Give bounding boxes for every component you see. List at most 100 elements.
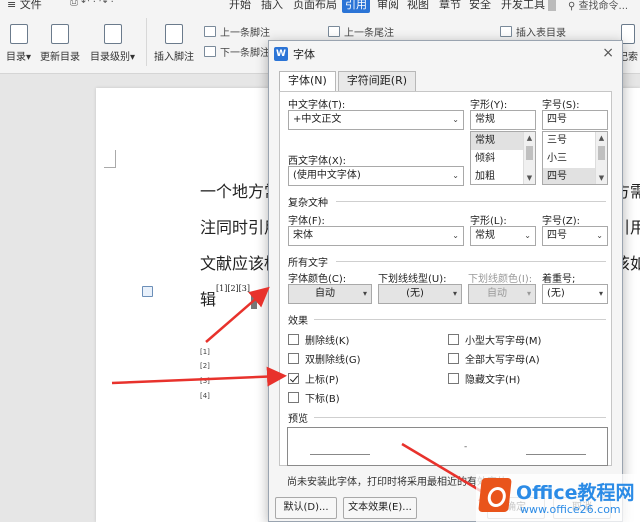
- style-scrollbar[interactable]: ▲ ▼: [523, 132, 535, 184]
- scroll-thumb[interactable]: [598, 146, 605, 160]
- chevron-down-icon: ⌄: [452, 115, 459, 124]
- menu-tab-chapter[interactable]: 章节: [436, 0, 464, 13]
- menu-tab-developer[interactable]: 开发工具: [498, 0, 548, 13]
- complex-style-select[interactable]: 常规 ⌄: [470, 226, 536, 246]
- chevron-down-icon: ▾: [598, 289, 603, 298]
- toolbar-quick-icons[interactable]: ⎙ ↶ · ↷ ·: [70, 0, 114, 8]
- insert-footnote-button[interactable]: 插入脚注: [154, 24, 194, 63]
- toc-level-label: 目录级别: [90, 52, 130, 63]
- menu-tab-references[interactable]: 引用: [342, 0, 370, 13]
- tab-character-spacing[interactable]: 字符间距(R): [337, 71, 417, 91]
- font-color-value: 自动: [315, 288, 335, 299]
- menu-tab-security[interactable]: 安全: [466, 0, 494, 13]
- size-list[interactable]: 三号 小三 四号 ▲ ▼: [542, 131, 608, 185]
- all-caps-checkbox[interactable]: 全部大写字母(A): [448, 351, 540, 366]
- selected-separator[interactable]: [251, 292, 258, 309]
- scroll-down-icon[interactable]: ▼: [596, 172, 607, 184]
- small-caps-checkbox[interactable]: 小型大写字母(M): [448, 332, 541, 347]
- style-list[interactable]: 常规 倾斜 加粗 ▲ ▼: [470, 131, 536, 185]
- default-button[interactable]: 默认(D)...: [275, 497, 337, 519]
- menu-tab-home[interactable]: 开始: [226, 0, 254, 13]
- doc-text-line-4[interactable]: 辑[1][2][3]: [200, 284, 258, 310]
- chevron-down-icon: ⌄: [452, 231, 459, 240]
- menu-tab-view[interactable]: 视图: [404, 0, 432, 13]
- office-logo-icon: [478, 478, 512, 512]
- text-effects-button[interactable]: 文本效果(E)...: [343, 497, 417, 519]
- watermark: Office教程网 www.office26.com: [476, 474, 640, 522]
- font-color-select[interactable]: 自动 ▾: [288, 284, 372, 304]
- checkbox-box-checked[interactable]: [288, 373, 299, 384]
- complex-style-label: 字形(L):: [470, 216, 507, 227]
- complex-font-value: 宋体: [293, 230, 313, 241]
- menu-tab-review[interactable]: 审阅: [374, 0, 402, 13]
- dialog-title: 字体: [293, 48, 315, 61]
- close-icon[interactable]: ×: [602, 45, 614, 61]
- all-text-group-title: 所有文字: [288, 258, 328, 269]
- toc-level-button[interactable]: 目录级别▾: [90, 24, 135, 63]
- footnote-item: [1]: [200, 348, 210, 356]
- hidden-text-checkbox[interactable]: 隐藏文字(H): [448, 371, 520, 386]
- footnote-item: [3]: [200, 377, 210, 385]
- menu-tab-insert[interactable]: 插入: [258, 0, 286, 13]
- checkbox-box[interactable]: [288, 334, 299, 345]
- checkbox-box[interactable]: [288, 353, 299, 364]
- footnote-item: [2]: [200, 362, 210, 370]
- chevron-down-icon: ▾: [526, 289, 531, 298]
- emphasis-select[interactable]: (无) ▾: [542, 284, 608, 304]
- all-caps-label: 全部大写字母(A): [465, 355, 540, 366]
- toc-icon: [9, 24, 28, 44]
- size-scrollbar[interactable]: ▲ ▼: [595, 132, 607, 184]
- table-toc-icon: [500, 26, 512, 37]
- double-strikethrough-label: 双删除线(G): [305, 355, 361, 366]
- complex-script-group-title: 复杂文种: [288, 198, 328, 209]
- chinese-font-select[interactable]: +中文正文 ⌄: [288, 110, 464, 130]
- footnote-references[interactable]: [1][2][3]: [216, 284, 250, 293]
- next-footnote-button[interactable]: 下一条脚注: [204, 44, 270, 59]
- dialog-titlebar[interactable]: W 字体 ×: [269, 41, 622, 67]
- prev-endnote-button[interactable]: 上一条尾注: [328, 24, 394, 39]
- ribbon-separator: [146, 18, 147, 66]
- subscript-checkbox[interactable]: 下标(B): [288, 390, 340, 405]
- footnote-icon: [165, 24, 183, 44]
- preview-baseline: [310, 454, 370, 455]
- double-strikethrough-checkbox[interactable]: 双删除线(G): [288, 351, 361, 366]
- strikethrough-checkbox[interactable]: 删除线(K): [288, 332, 349, 347]
- superscript-checkbox[interactable]: 上标(P): [288, 371, 339, 386]
- checkbox-box[interactable]: [448, 373, 459, 384]
- update-toc-button[interactable]: 更新目录: [40, 24, 80, 63]
- next-footnote-label: 下一条脚注: [220, 48, 270, 59]
- checkbox-box[interactable]: [448, 334, 459, 345]
- western-font-value: (使用中文字体): [293, 170, 361, 181]
- underline-style-select[interactable]: (无) ▾: [378, 284, 462, 304]
- scroll-up-icon[interactable]: ▲: [524, 132, 535, 144]
- style-input[interactable]: 常规: [470, 110, 536, 130]
- size-input[interactable]: 四号: [542, 110, 608, 130]
- checkbox-box[interactable]: [448, 353, 459, 364]
- tab-font[interactable]: 字体(N): [279, 71, 336, 92]
- menu-file[interactable]: ≡ 文件: [4, 0, 45, 13]
- toc-button[interactable]: 目录▾: [6, 24, 31, 63]
- menu-tab-layout[interactable]: 页面布局: [290, 0, 340, 13]
- complex-font-select[interactable]: 宋体 ⌄: [288, 226, 464, 246]
- scroll-down-icon[interactable]: ▼: [524, 172, 535, 184]
- paste-options-icon[interactable]: [142, 286, 153, 297]
- subscript-label: 下标(B): [305, 394, 340, 405]
- western-font-label: 西文字体(X):: [288, 156, 347, 167]
- scroll-up-icon[interactable]: ▲: [596, 132, 607, 144]
- more-tabs-icon[interactable]: [548, 0, 556, 11]
- chevron-down-icon: ⌄: [452, 171, 459, 180]
- western-font-select[interactable]: (使用中文字体) ⌄: [288, 166, 464, 186]
- prev-footnote-button[interactable]: 上一条脚注: [204, 24, 270, 39]
- watermark-title: Office教程网: [516, 482, 635, 504]
- search-placeholder: 查找命令...: [578, 1, 629, 12]
- insert-footnote-label: 插入脚注: [154, 52, 194, 63]
- preview-baseline: [526, 454, 586, 455]
- insert-table-toc-label: 插入表目录: [516, 28, 566, 39]
- scroll-thumb[interactable]: [526, 146, 533, 160]
- hidden-text-label: 隐藏文字(H): [465, 375, 521, 386]
- search-command[interactable]: ⚲ 查找命令...: [568, 0, 628, 12]
- insert-table-toc-button[interactable]: 插入表目录: [500, 24, 566, 39]
- complex-size-select[interactable]: 四号 ⌄: [542, 226, 608, 246]
- checkbox-box[interactable]: [288, 392, 299, 403]
- superscript-label: 上标(P): [305, 375, 339, 386]
